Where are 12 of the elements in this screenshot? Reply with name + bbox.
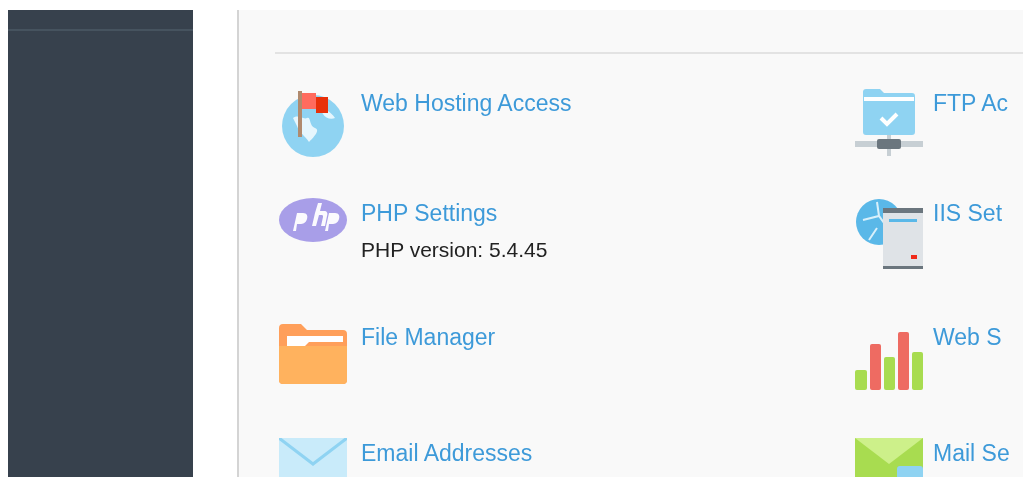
settings-link[interactable]: FTP Ac	[933, 90, 1008, 116]
settings-link[interactable]: Web Hosting Access	[361, 90, 572, 116]
globe-flag-icon	[279, 88, 347, 160]
settings-link[interactable]: IIS Set	[933, 200, 1003, 226]
version-text: PHP version: 5.4.45	[361, 238, 548, 262]
settings-link[interactable]: Email Addresses	[361, 440, 533, 466]
settings-link[interactable]: Mail Se	[933, 440, 1010, 466]
settings-link[interactable]: Web S	[933, 324, 1002, 350]
settings-link[interactable]: PHP Settings	[361, 200, 548, 226]
settings-link[interactable]: File Manager	[361, 324, 496, 350]
globe-server-icon	[855, 198, 923, 270]
php-logo-icon	[279, 198, 347, 242]
